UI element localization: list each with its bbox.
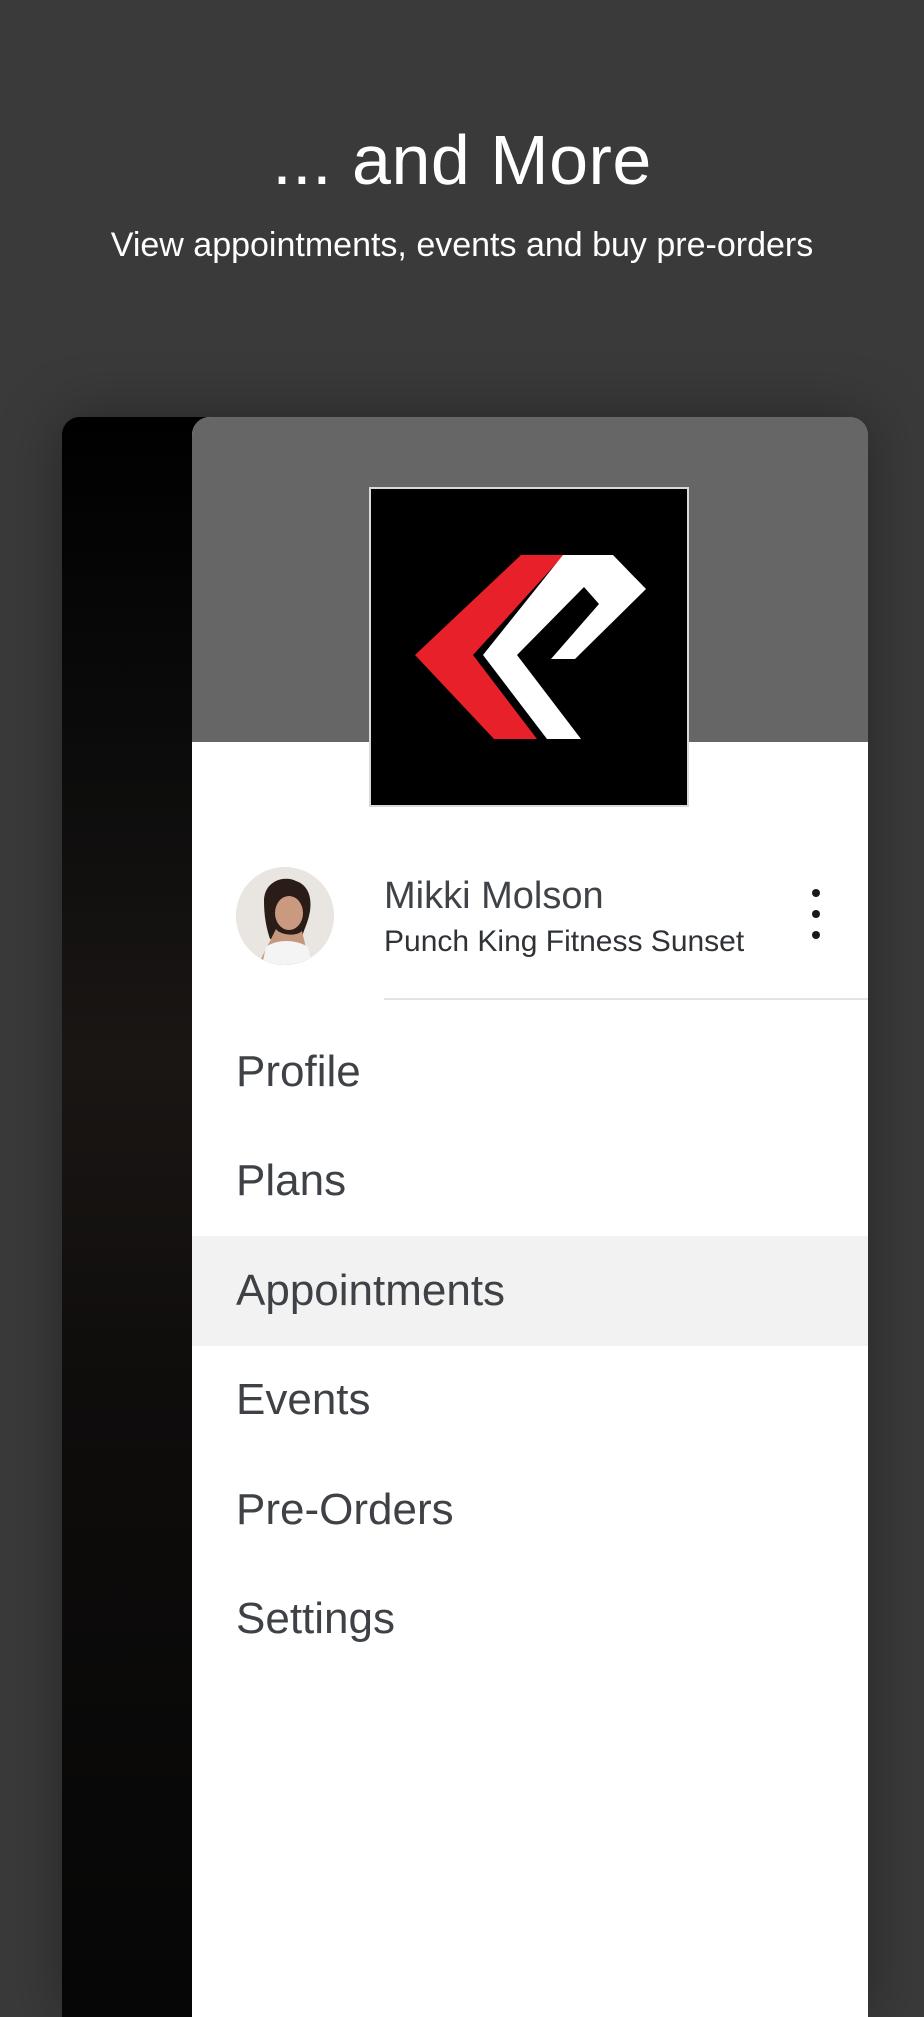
user-name: Mikki Molson — [384, 875, 604, 917]
divider — [384, 998, 868, 1000]
navigation-drawer: Mikki Molson Punch King Fitness Sunset P… — [192, 417, 868, 2017]
more-vertical-icon[interactable] — [804, 889, 828, 939]
promo-subtitle: View appointments, events and buy pre-or… — [110, 226, 814, 264]
drawer-menu: Profile Plans Appointments Events Pre-Or… — [192, 1017, 868, 1674]
menu-item-pre-orders[interactable]: Pre-Orders — [192, 1455, 868, 1565]
menu-item-settings[interactable]: Settings — [192, 1565, 868, 1675]
promo-title: ... and More — [272, 121, 652, 199]
menu-item-plans[interactable]: Plans — [192, 1127, 868, 1237]
menu-item-events[interactable]: Events — [192, 1346, 868, 1456]
avatar — [236, 867, 334, 965]
menu-item-appointments[interactable]: Appointments — [192, 1236, 868, 1346]
gym-logo — [369, 487, 689, 807]
punch-king-logo-icon — [415, 555, 646, 739]
user-account-row[interactable]: Mikki Molson Punch King Fitness Sunset — [192, 867, 868, 997]
phone-screen: Mikki Molson Punch King Fitness Sunset P… — [62, 417, 868, 2017]
user-gym: Punch King Fitness Sunset — [384, 925, 745, 958]
menu-item-profile[interactable]: Profile — [192, 1017, 868, 1127]
background-photo — [62, 417, 202, 2017]
